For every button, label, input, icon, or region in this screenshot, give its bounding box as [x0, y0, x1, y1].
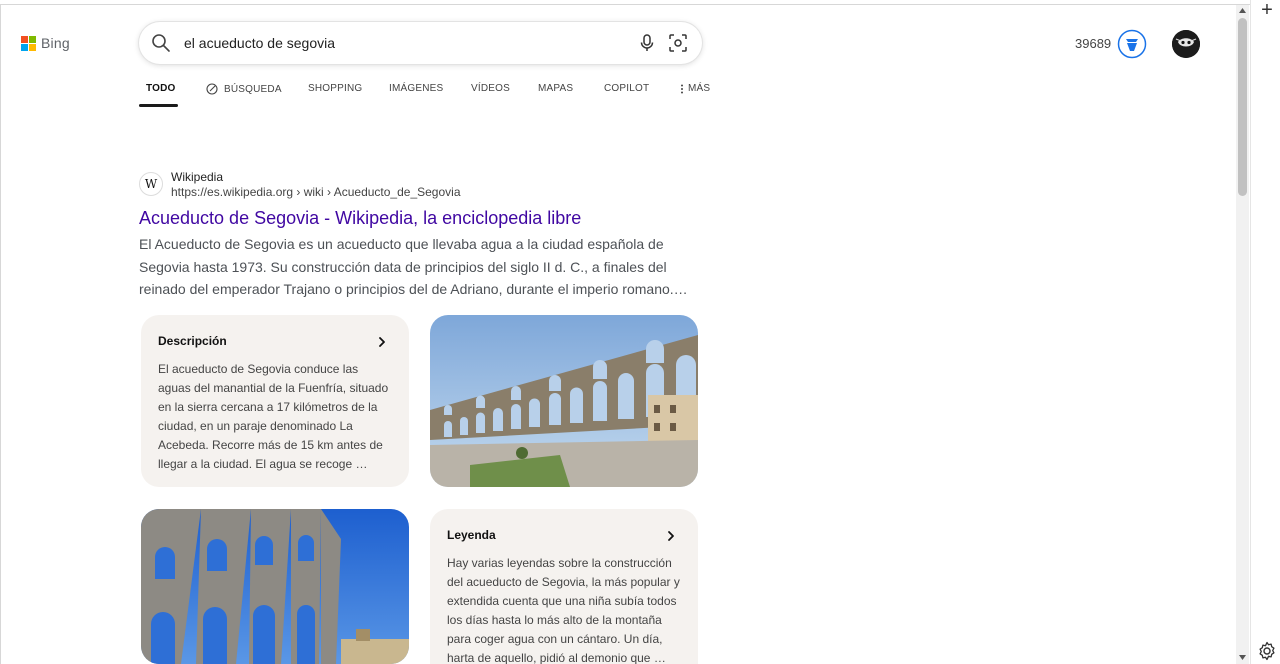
- tab-label: MÁS: [688, 83, 711, 94]
- search-box[interactable]: el acueducto de segovia: [139, 22, 702, 64]
- tab-mapas[interactable]: MAPAS: [538, 83, 573, 94]
- tab-label: VÍDEOS: [471, 83, 510, 94]
- card-title: Leyenda: [447, 528, 496, 542]
- visual-search-icon[interactable]: [668, 33, 688, 53]
- tab-todo[interactable]: TODO: [146, 83, 176, 94]
- rewards-points[interactable]: 39689: [1075, 36, 1111, 51]
- avatar[interactable]: [1172, 30, 1200, 58]
- card-text: El acueducto de Segovia conduce las agua…: [158, 362, 389, 471]
- result-url[interactable]: https://es.wikipedia.org › wiki › Acuedu…: [171, 185, 461, 199]
- logo-text: Bing: [41, 35, 70, 51]
- tab-label: SHOPPING: [308, 83, 363, 94]
- tab-busqueda[interactable]: BÚSQUEDA: [206, 83, 282, 95]
- search-input[interactable]: el acueducto de segovia: [184, 35, 335, 51]
- avatar-image: [1172, 30, 1200, 58]
- tab-label: BÚSQUEDA: [224, 83, 282, 95]
- plus-icon[interactable]: +: [1258, 0, 1276, 20]
- aqueduct-photo-1[interactable]: [430, 315, 698, 487]
- gear-icon[interactable]: [1256, 640, 1278, 662]
- result-snippet: El Acueducto de Segovia es un acueducto …: [139, 236, 688, 298]
- tab-videos[interactable]: VÍDEOS: [471, 83, 510, 94]
- chevron-right-icon[interactable]: [375, 335, 389, 349]
- microphone-icon[interactable]: [638, 33, 656, 53]
- tab-label: IMÁGENES: [389, 83, 444, 94]
- tab-copilot[interactable]: COPILOT: [604, 83, 649, 94]
- tab-label: TODO: [146, 83, 176, 94]
- browser-sidebar: [1250, 0, 1280, 664]
- card-text: Hay varias leyendas sobre la construcció…: [447, 556, 680, 664]
- aqueduct-image: [430, 315, 698, 487]
- card-descripcion[interactable]: Descripción El acueducto de Segovia cond…: [141, 315, 409, 487]
- window-border-top: [0, 4, 1250, 5]
- browser-page: Bing el acueducto de segovia 39689 TODO …: [0, 0, 1280, 664]
- search-icon[interactable]: [151, 33, 171, 53]
- scrollbar-thumb[interactable]: [1238, 18, 1247, 196]
- microsoft-logo-icon: [21, 35, 36, 51]
- scroll-up-icon[interactable]: [1236, 6, 1249, 16]
- aqueduct-image: [141, 509, 409, 664]
- active-tab-indicator: [139, 104, 178, 107]
- tab-label: COPILOT: [604, 83, 650, 94]
- tab-imagenes[interactable]: IMÁGENES: [389, 83, 443, 94]
- chevron-right-icon[interactable]: [664, 529, 678, 543]
- result-site-name[interactable]: Wikipedia: [171, 170, 223, 184]
- bing-logo[interactable]: Bing: [21, 35, 70, 51]
- card-leyenda[interactable]: Leyenda Hay varias leyendas sobre la con…: [430, 509, 698, 664]
- rewards-icon[interactable]: [1117, 29, 1147, 59]
- scroll-down-icon[interactable]: [1236, 652, 1249, 662]
- more-vertical-icon: [681, 84, 683, 93]
- window-border-left: [0, 4, 1, 664]
- aqueduct-photo-2[interactable]: [141, 509, 409, 664]
- card-title: Descripción: [158, 334, 227, 348]
- search-chat-icon: [206, 83, 218, 95]
- wikipedia-icon: W: [139, 172, 163, 196]
- result-title-link[interactable]: Acueducto de Segovia - Wikipedia, la enc…: [139, 208, 581, 229]
- tab-mas[interactable]: MÁS: [680, 83, 710, 94]
- tab-label: MAPAS: [538, 83, 574, 94]
- tab-shopping[interactable]: SHOPPING: [308, 83, 362, 94]
